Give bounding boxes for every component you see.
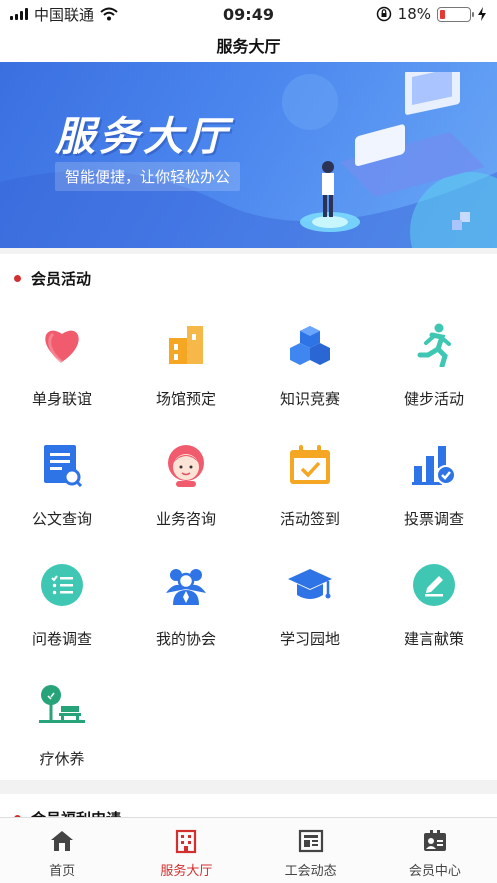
grid-item-activity-checkin[interactable]: 活动签到 xyxy=(248,434,372,544)
battery-percent: 18% xyxy=(397,5,431,23)
tab-label: 服务大厅 xyxy=(160,864,213,879)
section-dot xyxy=(14,275,21,282)
runner-icon xyxy=(411,322,457,368)
grid-label: 场馆预定 xyxy=(155,390,216,408)
grid-item-suggestions[interactable]: 建言献策 xyxy=(372,554,496,664)
banner-subtitle: 智能便捷，让你轻松办公 xyxy=(55,162,241,191)
grid-item-document-query[interactable]: 公文查询 xyxy=(0,434,124,544)
grid-item-venue-booking[interactable]: 场馆预定 xyxy=(124,314,248,424)
office-illustration xyxy=(300,72,485,232)
grid-label: 业务咨询 xyxy=(155,510,216,528)
grid-item-recuperation[interactable]: 疗休养 xyxy=(0,674,124,784)
grid-label: 我的协会 xyxy=(155,630,216,648)
grid-item-study-garden[interactable]: 学习园地 xyxy=(248,554,372,664)
banner[interactable]: 服务大厅 智能便捷，让你轻松办公 xyxy=(0,62,497,248)
tree-bench-icon xyxy=(39,682,85,728)
rotation-lock-icon xyxy=(376,6,391,22)
office-building-icon xyxy=(176,829,197,854)
building-icon xyxy=(163,322,209,368)
home-icon xyxy=(51,831,74,851)
member-activities-section: 会员活动 单身联谊 场馆预定 知识竞赛 健步活动 公文查询 业务咨询 活动签到 … xyxy=(0,254,497,780)
grid-label: 问卷调查 xyxy=(31,630,92,648)
group-icon xyxy=(163,562,209,608)
document-search-icon xyxy=(39,442,85,488)
tab-member-center[interactable]: 会员中心 xyxy=(373,818,497,883)
carrier-name: 中国联通 xyxy=(34,5,95,24)
calendar-check-icon xyxy=(287,442,333,488)
grid-item-questionnaire[interactable]: 问卷调查 xyxy=(0,554,124,664)
status-right: 18% xyxy=(376,5,487,23)
grid-label: 知识竞赛 xyxy=(279,390,340,408)
tab-union-news[interactable]: 工会动态 xyxy=(249,818,373,883)
checklist-icon xyxy=(39,562,85,608)
section-header: 会员活动 xyxy=(14,268,91,289)
grid-label: 建言献策 xyxy=(403,630,464,648)
wifi-icon xyxy=(100,7,118,21)
grid-item-walking-activity[interactable]: 健步活动 xyxy=(372,314,496,424)
grid-item-business-consult[interactable]: 业务咨询 xyxy=(124,434,248,544)
grid-label: 投票调查 xyxy=(403,510,464,528)
battery-icon xyxy=(437,6,474,22)
tab-label: 工会动态 xyxy=(284,864,337,879)
tab-service-hall[interactable]: 服务大厅 xyxy=(124,818,248,883)
page-title: 服务大厅 xyxy=(0,28,497,62)
pencil-icon xyxy=(411,562,457,608)
status-time: 09:49 xyxy=(223,4,274,24)
grid-item-knowledge-contest[interactable]: 知识竞赛 xyxy=(248,314,372,424)
charging-icon xyxy=(478,7,486,21)
news-icon xyxy=(298,829,323,853)
battery-level xyxy=(440,9,446,19)
section-title: 会员活动 xyxy=(31,270,92,288)
grid-label: 学习园地 xyxy=(279,630,340,648)
grid-item-vote-survey[interactable]: 投票调查 xyxy=(372,434,496,544)
heart-icon xyxy=(39,322,85,368)
tab-label: 首页 xyxy=(49,864,76,879)
grid-label: 公文查询 xyxy=(31,510,92,528)
grid-item-my-association[interactable]: 我的协会 xyxy=(124,554,248,664)
cubes-icon xyxy=(287,322,333,368)
customer-service-icon xyxy=(163,442,209,488)
bar-chart-check-icon xyxy=(411,442,457,488)
grid-label: 健步活动 xyxy=(403,390,464,408)
grid-label: 单身联谊 xyxy=(31,390,92,408)
status-bar: 中国联通 09:49 18% xyxy=(0,0,497,28)
signal-icon xyxy=(10,8,28,20)
banner-title: 服务大厅 xyxy=(55,114,231,160)
grid-label: 活动签到 xyxy=(279,510,340,528)
graduation-cap-icon xyxy=(287,562,333,608)
grid-item-single-social[interactable]: 单身联谊 xyxy=(0,314,124,424)
status-left: 中国联通 xyxy=(10,4,118,25)
tab-home[interactable]: 首页 xyxy=(0,818,124,883)
tab-label: 会员中心 xyxy=(408,864,461,879)
bottom-tab-bar: 首页 服务大厅 工会动态 会员中心 xyxy=(0,817,497,883)
grid-label: 疗休养 xyxy=(39,750,85,768)
member-card-icon xyxy=(423,830,446,851)
